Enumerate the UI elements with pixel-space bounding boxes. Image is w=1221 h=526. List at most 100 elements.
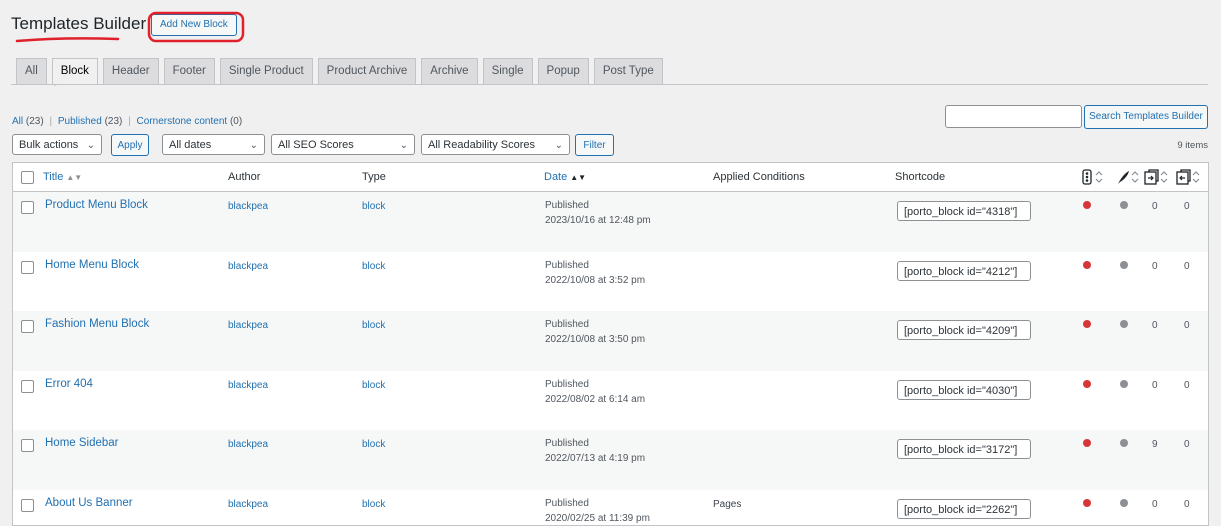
filter-link-cornerstone[interactable]: Cornerstone content	[137, 116, 228, 127]
row-outgoing-links: 9	[1152, 439, 1158, 450]
table-header: Title▲▼ Author Type Date▲▼ Applied Condi…	[13, 163, 1208, 192]
search-button[interactable]: Search Templates Builder	[1084, 105, 1208, 129]
apply-button[interactable]: Apply	[111, 134, 149, 156]
row-status: Published	[545, 198, 651, 213]
search-input[interactable]	[945, 105, 1082, 128]
chevron-down-icon: ⌄	[555, 135, 563, 156]
row-incoming-links: 0	[1184, 201, 1190, 212]
row-title-link[interactable]: About Us Banner	[45, 497, 133, 509]
row-author-link[interactable]: blackpea	[228, 261, 268, 272]
column-shortcode: Shortcode	[895, 171, 945, 183]
bulk-actions-value: Bulk actions	[19, 139, 78, 151]
tab-single-product[interactable]: Single Product	[220, 58, 313, 84]
row-shortcode-field[interactable]: [porto_block id="4212"]	[897, 261, 1031, 281]
row-checkbox[interactable]	[21, 320, 34, 333]
chevron-down-icon: ⌄	[87, 135, 95, 156]
row-checkbox[interactable]	[21, 380, 34, 393]
row-shortcode-field[interactable]: [porto_block id="4030"]	[897, 380, 1031, 400]
column-date-label[interactable]: Date	[544, 171, 567, 183]
column-title[interactable]: Title▲▼	[43, 171, 82, 183]
filter-button[interactable]: Filter	[575, 134, 614, 156]
column-author: Author	[228, 171, 260, 183]
row-type-link[interactable]: block	[362, 201, 385, 212]
tab-all[interactable]: All	[16, 58, 47, 84]
row-outgoing-links: 0	[1152, 499, 1158, 510]
row-type-link[interactable]: block	[362, 380, 385, 391]
tab-post-type[interactable]: Post Type	[594, 58, 663, 84]
tab-single[interactable]: Single	[483, 58, 533, 84]
row-shortcode-field[interactable]: [porto_block id="4209"]	[897, 320, 1031, 340]
filter-link-all[interactable]: All	[12, 116, 23, 127]
readability-feather-icon[interactable]	[1116, 169, 1142, 185]
row-incoming-links: 0	[1184, 320, 1190, 331]
table-body: Product Menu Block blackpea block Publis…	[13, 192, 1208, 526]
tab-footer[interactable]: Footer	[164, 58, 215, 84]
row-checkbox[interactable]	[21, 439, 34, 452]
row-type-link[interactable]: block	[362, 320, 385, 331]
row-title-link[interactable]: Fashion Menu Block	[45, 318, 149, 330]
row-type-link[interactable]: block	[362, 439, 385, 450]
outgoing-links-icon[interactable]	[1143, 169, 1171, 185]
row-author-link[interactable]: blackpea	[228, 499, 268, 510]
page-title: Templates Builder	[11, 14, 146, 34]
select-all-checkbox[interactable]	[21, 171, 34, 184]
row-date-value: 2022/07/13 at 4:19 pm	[545, 451, 645, 466]
tab-popup[interactable]: Popup	[538, 58, 589, 84]
readability-score-gray-dot	[1120, 439, 1128, 447]
tab-product-archive[interactable]: Product Archive	[318, 58, 417, 84]
filter-link-published[interactable]: Published	[58, 116, 102, 127]
row-shortcode-field[interactable]: [porto_block id="4318"]	[897, 201, 1031, 221]
items-count: 9 items	[1177, 140, 1208, 151]
row-title-link[interactable]: Home Sidebar	[45, 437, 119, 449]
seo-score-red-dot	[1083, 439, 1091, 447]
filter-count-cornerstone: (0)	[230, 116, 242, 127]
table-row: Error 404 blackpea block Published 2022/…	[13, 371, 1208, 431]
row-checkbox[interactable]	[21, 499, 34, 512]
row-checkbox[interactable]	[21, 201, 34, 214]
readability-score-gray-dot	[1120, 380, 1128, 388]
row-status: Published	[545, 377, 645, 392]
template-type-tabs: All Block Header Footer Single Product P…	[16, 58, 663, 84]
row-author-link[interactable]: blackpea	[228, 201, 268, 212]
seo-score-traffic-light-icon[interactable]	[1081, 169, 1107, 185]
row-date-value: 2022/10/08 at 3:50 pm	[545, 332, 645, 347]
column-date[interactable]: Date▲▼	[544, 171, 586, 183]
row-date: Published 2022/10/08 at 3:50 pm	[545, 317, 645, 347]
row-author-link[interactable]: blackpea	[228, 439, 268, 450]
tab-block[interactable]: Block	[52, 58, 98, 84]
tabs-divider	[11, 84, 1208, 85]
tab-archive[interactable]: Archive	[421, 58, 477, 84]
tab-header[interactable]: Header	[103, 58, 159, 84]
row-date-value: 2022/08/02 at 6:14 am	[545, 392, 645, 407]
row-title-link[interactable]: Home Menu Block	[45, 259, 139, 271]
row-type-link[interactable]: block	[362, 499, 385, 510]
row-date: Published 2022/07/13 at 4:19 pm	[545, 436, 645, 466]
row-title-link[interactable]: Error 404	[45, 378, 93, 390]
row-date-value: 2023/10/16 at 12:48 pm	[545, 213, 651, 228]
seo-scores-select[interactable]: All SEO Scores ⌄	[271, 134, 415, 155]
row-title-link[interactable]: Product Menu Block	[45, 199, 148, 211]
dates-select[interactable]: All dates ⌄	[162, 134, 265, 155]
column-title-label[interactable]: Title	[43, 171, 63, 183]
row-date: Published 2022/10/08 at 3:52 pm	[545, 258, 645, 288]
readability-score-gray-dot	[1120, 320, 1128, 328]
seo-score-red-dot	[1083, 261, 1091, 269]
bulk-actions-select[interactable]: Bulk actions ⌄	[12, 134, 102, 155]
row-author-link[interactable]: blackpea	[228, 320, 268, 331]
row-type-link[interactable]: block	[362, 261, 385, 272]
row-shortcode-field[interactable]: [porto_block id="2262"]	[897, 499, 1031, 519]
readability-score-gray-dot	[1120, 499, 1128, 507]
row-author-link[interactable]: blackpea	[228, 380, 268, 391]
row-incoming-links: 0	[1184, 439, 1190, 450]
row-outgoing-links: 0	[1152, 380, 1158, 391]
add-new-block-button[interactable]: Add New Block	[151, 14, 237, 36]
row-outgoing-links: 0	[1152, 201, 1158, 212]
row-date: Published 2022/08/02 at 6:14 am	[545, 377, 645, 407]
row-status: Published	[545, 496, 650, 511]
seo-score-red-dot	[1083, 499, 1091, 507]
row-checkbox[interactable]	[21, 261, 34, 274]
dates-value: All dates	[169, 139, 211, 151]
row-shortcode-field[interactable]: [porto_block id="3172"]	[897, 439, 1031, 459]
readability-scores-select[interactable]: All Readability Scores ⌄	[421, 134, 570, 155]
incoming-links-icon[interactable]	[1175, 169, 1203, 185]
